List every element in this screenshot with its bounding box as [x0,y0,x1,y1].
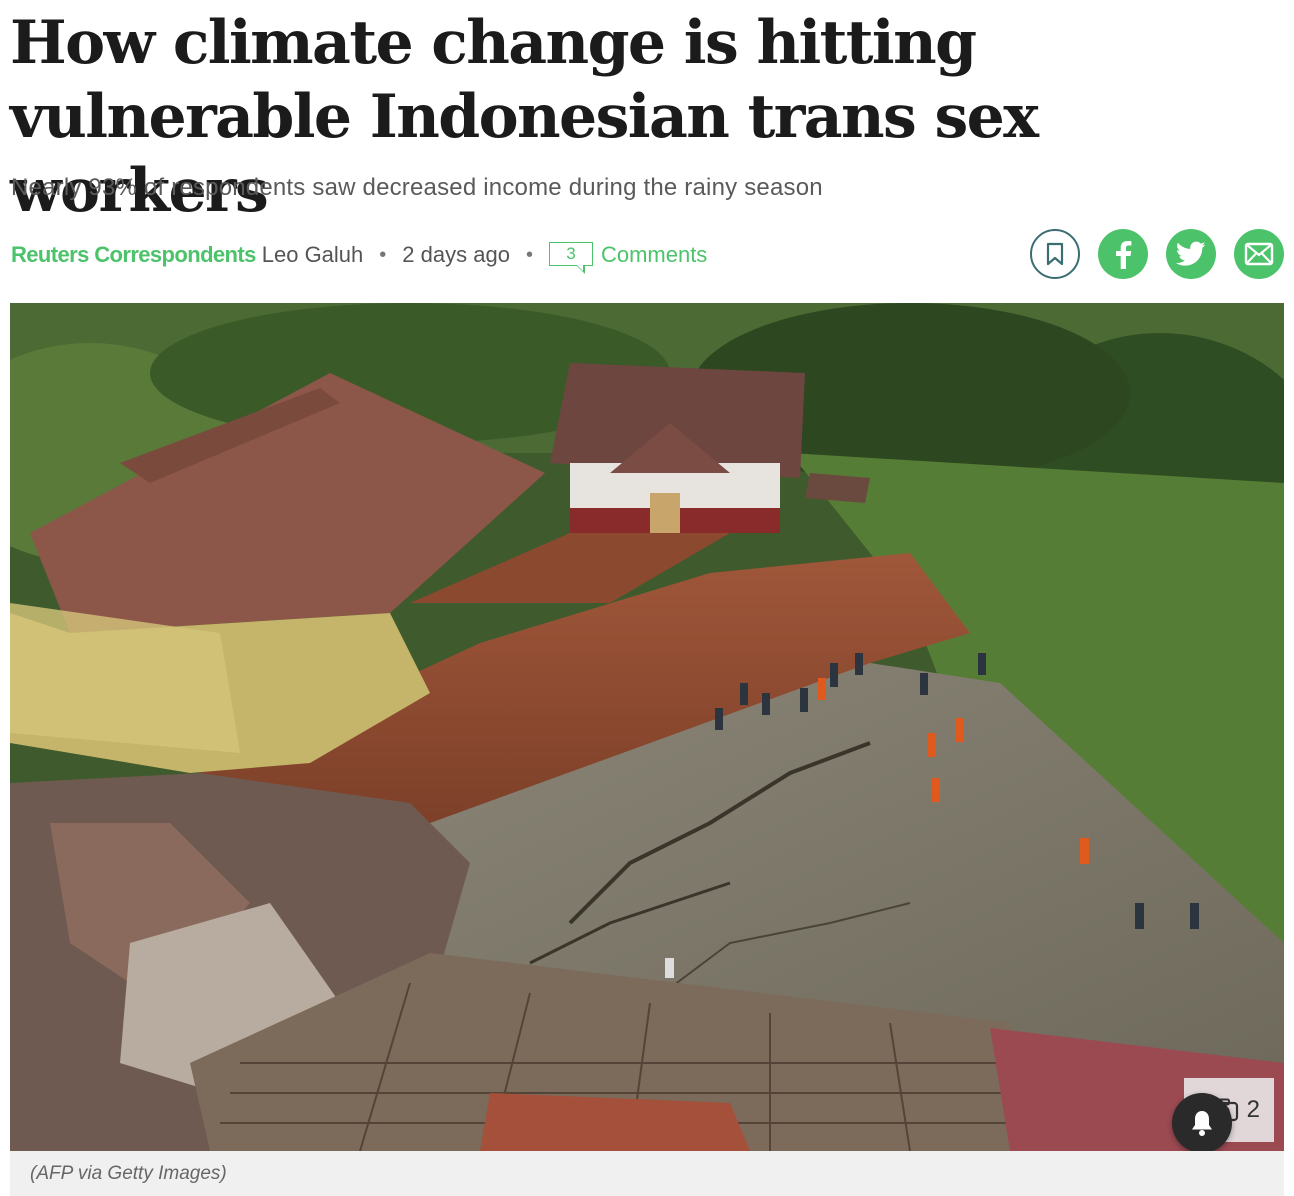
author-name[interactable]: Leo Galuh [262,242,364,268]
comment-count-icon[interactable]: 3 [548,242,593,274]
notification-bell-button[interactable] [1172,1093,1232,1153]
facebook-icon [1116,241,1132,269]
gallery-count: 2 [1246,1096,1260,1123]
landslide-photo [10,303,1284,1151]
image-caption-bar: (AFP via Getty Images) [10,1151,1284,1196]
hero-image[interactable]: 2 [10,303,1284,1151]
bookmark-button[interactable] [1030,229,1080,279]
bell-icon [1192,1111,1212,1136]
comments-link[interactable]: Comments [601,242,707,268]
byline-separator: • [525,243,533,266]
email-icon [1244,242,1274,266]
twitter-icon [1176,241,1206,266]
byline: Reuters Correspondents Leo Galuh • 2 day… [11,238,707,274]
email-share-button[interactable] [1234,229,1284,279]
byline-separator: • [379,243,387,266]
image-caption: (AFP via Getty Images) [30,1163,227,1184]
share-bar [1030,229,1284,279]
facebook-share-button[interactable] [1098,229,1148,279]
article-subheadline: Nearly 93% of respondents saw decreased … [11,174,823,201]
author-organization-link[interactable]: Reuters Correspondents [11,242,256,268]
publish-timestamp: 2 days ago [402,242,510,267]
twitter-share-button[interactable] [1166,229,1216,279]
bookmark-icon [1046,242,1064,266]
